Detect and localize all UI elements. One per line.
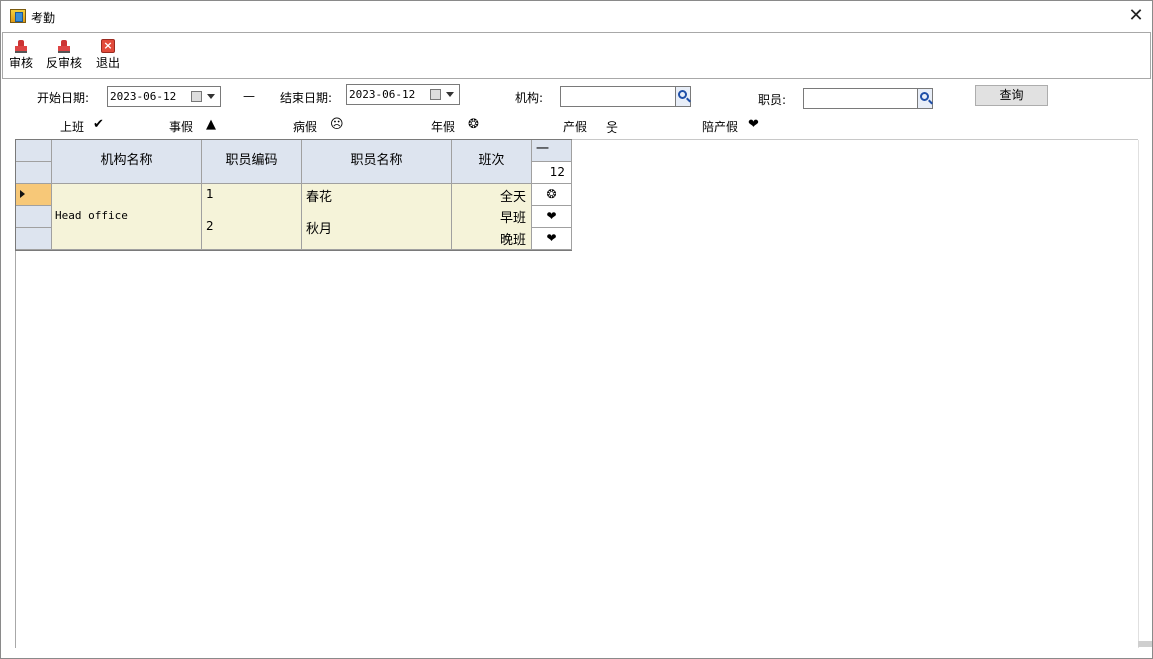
emp-name-cell[interactable]: 春花 [302, 184, 452, 206]
exit-label: 退出 [96, 56, 121, 70]
calendar-icon[interactable] [191, 91, 202, 102]
calendar-icon[interactable] [430, 89, 441, 100]
shift-cell[interactable]: 全天 [452, 184, 532, 206]
legend-label-work: 上班 [60, 120, 85, 134]
attendance-window: 考勤 ✕ 审核 反审核 × 退出 开始日期: 2023-06-12 — 结束日期… [0, 0, 1153, 659]
legend-label-maternity-leave: 产假 [563, 120, 588, 134]
stamp-icon [57, 39, 71, 53]
toolbar: 审核 反审核 × 退出 [2, 32, 1151, 79]
grid-corner [16, 162, 52, 184]
unapprove-button[interactable]: 反审核 [46, 39, 82, 71]
date-range-dash: — [243, 89, 255, 103]
chevron-down-icon[interactable] [207, 94, 215, 99]
column-header-org[interactable]: 机构名称 [52, 140, 202, 184]
scrollbar-thumb[interactable] [1138, 641, 1152, 647]
row-header-current[interactable] [16, 184, 52, 206]
close-button[interactable]: ✕ [1125, 5, 1147, 27]
legend-label-sick-leave: 病假 [293, 120, 318, 134]
column-header-shift[interactable]: 班次 [452, 140, 532, 184]
app-icon [10, 9, 26, 23]
vertical-scrollbar[interactable] [1138, 140, 1152, 648]
end-date-picker[interactable]: 2023-06-12 [346, 84, 460, 105]
query-button[interactable]: 查询 [975, 85, 1048, 106]
unapprove-label: 反审核 [46, 56, 83, 70]
approve-label: 审核 [9, 56, 34, 70]
shift-cell[interactable]: 晚班 [452, 228, 532, 250]
window-title: 考勤 [31, 11, 56, 25]
attendance-grid[interactable]: 机构名称 职员编码 职员名称 班次 一 12 Head office 1 2 春… [15, 139, 572, 251]
chevron-down-icon[interactable] [446, 92, 454, 97]
stamp-icon [14, 39, 28, 53]
column-header-day[interactable]: 12 [532, 162, 572, 184]
row-header[interactable] [16, 206, 52, 228]
employee-label: 职员: [758, 93, 787, 107]
emp-code-cell[interactable]: 2 [202, 206, 302, 250]
start-date-value: 2023-06-12 [110, 90, 177, 103]
exit-icon: × [101, 39, 115, 53]
legend-label-paternity-leave: 陪产假 [702, 120, 739, 134]
org-name-cell[interactable]: Head office [52, 184, 202, 250]
column-header-emp-code[interactable]: 职员编码 [202, 140, 302, 184]
end-date-label: 结束日期: [280, 91, 333, 105]
triangle-icon: ▲ [206, 117, 216, 132]
person-icon: 웃 [606, 121, 618, 136]
legend-label-personal-leave: 事假 [169, 120, 194, 134]
day-cell-paternity-leave[interactable]: ❤ [532, 228, 572, 250]
check-icon: ✔ [93, 117, 104, 132]
row-header[interactable] [16, 228, 52, 250]
start-date-picker[interactable]: 2023-06-12 [107, 86, 221, 107]
exit-button[interactable]: × 退出 [96, 39, 120, 71]
approve-button[interactable]: 审核 [9, 39, 33, 71]
day-cell-paternity-leave[interactable]: ❤ [532, 206, 572, 228]
content-border [15, 251, 16, 648]
heart-icon: ❤ [748, 117, 759, 132]
grid-corner [16, 140, 52, 162]
legend-label-annual-leave: 年假 [431, 120, 456, 134]
search-icon [920, 92, 929, 101]
emp-name-cell[interactable]: 秋月 [302, 206, 452, 250]
sad-face-icon: ☹ [330, 117, 344, 132]
org-lookup-button[interactable] [675, 86, 691, 107]
org-input[interactable] [560, 86, 676, 107]
shift-cell[interactable]: 早班 [452, 206, 532, 228]
employee-lookup-button[interactable] [917, 88, 933, 109]
title-bar: 考勤 ✕ [1, 1, 1152, 32]
column-header-emp-name[interactable]: 职员名称 [302, 140, 452, 184]
search-icon [678, 90, 687, 99]
start-date-label: 开始日期: [37, 91, 90, 105]
sun-icon: ❂ [468, 117, 479, 132]
end-date-value: 2023-06-12 [349, 88, 416, 101]
column-header-weekday[interactable]: 一 [532, 140, 572, 162]
emp-code-cell[interactable]: 1 [202, 184, 302, 206]
org-label: 机构: [515, 91, 544, 105]
employee-input[interactable] [803, 88, 918, 109]
day-cell-annual-leave[interactable]: ❂ [532, 184, 572, 206]
